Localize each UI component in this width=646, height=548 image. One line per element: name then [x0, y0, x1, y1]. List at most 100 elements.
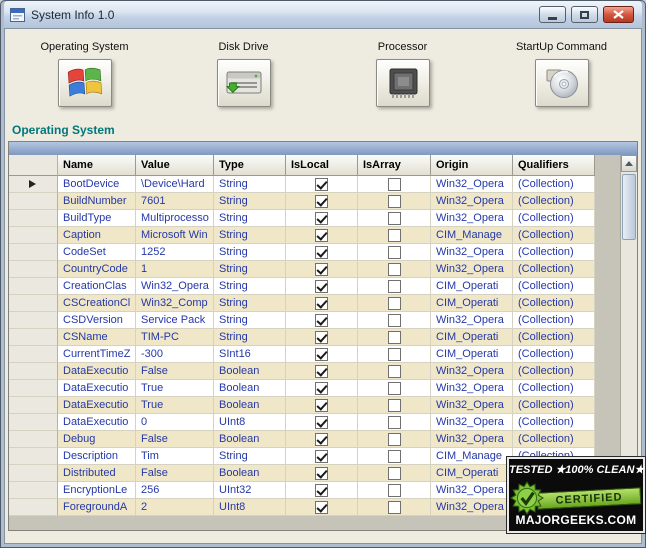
row-selector[interactable]	[9, 431, 58, 448]
row-selector[interactable]	[9, 312, 58, 329]
table-row[interactable]: DataExecutioTrueBooleanWin32_Opera(Colle…	[9, 380, 595, 397]
row-selector[interactable]	[9, 244, 58, 261]
isarray-checkbox[interactable]	[388, 484, 401, 497]
isarray-checkbox[interactable]	[388, 314, 401, 327]
cell-isarray	[358, 431, 431, 448]
isarray-checkbox[interactable]	[388, 450, 401, 463]
table-row[interactable]: CurrentTimeZ-300SInt16CIM_Operati(Collec…	[9, 346, 595, 363]
row-selector[interactable]	[9, 261, 58, 278]
scrollbar-thumb[interactable]	[622, 174, 636, 240]
startup-command-button[interactable]	[535, 59, 589, 107]
isarray-checkbox[interactable]	[388, 229, 401, 242]
cell-origin: Win32_Opera	[431, 363, 513, 380]
row-selector-header[interactable]	[9, 155, 58, 176]
isarray-checkbox[interactable]	[388, 331, 401, 344]
islocal-checkbox[interactable]	[315, 314, 328, 327]
row-selector[interactable]	[9, 499, 58, 516]
table-row[interactable]: CSNameTIM-PCStringCIM_Operati(Collection…	[9, 329, 595, 346]
isarray-checkbox[interactable]	[388, 280, 401, 293]
isarray-checkbox[interactable]	[388, 212, 401, 225]
isarray-checkbox[interactable]	[388, 399, 401, 412]
row-selector[interactable]	[9, 329, 58, 346]
isarray-checkbox[interactable]	[388, 348, 401, 361]
isarray-checkbox[interactable]	[388, 263, 401, 276]
islocal-checkbox[interactable]	[315, 467, 328, 480]
row-selector[interactable]	[9, 193, 58, 210]
islocal-checkbox[interactable]	[315, 501, 328, 514]
islocal-checkbox[interactable]	[315, 195, 328, 208]
islocal-checkbox[interactable]	[315, 212, 328, 225]
islocal-checkbox[interactable]	[315, 365, 328, 378]
table-row[interactable]: CSCreationClWin32_CompStringCIM_Operati(…	[9, 295, 595, 312]
cell-type: Boolean	[214, 363, 286, 380]
row-selector[interactable]	[9, 210, 58, 227]
islocal-checkbox[interactable]	[315, 382, 328, 395]
islocal-checkbox[interactable]	[315, 246, 328, 259]
row-selector[interactable]	[9, 227, 58, 244]
disk-drive-button[interactable]	[217, 59, 271, 107]
row-selector[interactable]	[9, 448, 58, 465]
row-selector[interactable]	[9, 414, 58, 431]
islocal-checkbox[interactable]	[315, 416, 328, 429]
islocal-checkbox[interactable]	[315, 229, 328, 242]
column-header-isarray[interactable]: IsArray	[358, 155, 431, 176]
isarray-checkbox[interactable]	[388, 246, 401, 259]
table-row[interactable]: CSDVersionService PackStringWin32_Opera(…	[9, 312, 595, 329]
islocal-checkbox[interactable]	[315, 433, 328, 446]
row-selector[interactable]	[9, 363, 58, 380]
isarray-checkbox[interactable]	[388, 178, 401, 191]
table-row[interactable]: CountryCode1StringWin32_Opera(Collection…	[9, 261, 595, 278]
column-header-qualifiers[interactable]: Qualifiers	[513, 155, 595, 176]
cell-value: True	[136, 380, 214, 397]
row-selector[interactable]	[9, 295, 58, 312]
column-header-name[interactable]: Name	[58, 155, 136, 176]
maximize-button[interactable]	[571, 6, 598, 23]
table-row[interactable]: DebugFalseBooleanWin32_Opera(Collection)	[9, 431, 595, 448]
table-row[interactable]: CodeSet1252StringWin32_Opera(Collection)	[9, 244, 595, 261]
islocal-checkbox[interactable]	[315, 297, 328, 310]
isarray-checkbox[interactable]	[388, 416, 401, 429]
column-header-value[interactable]: Value	[136, 155, 214, 176]
operating-system-button[interactable]	[58, 59, 112, 107]
isarray-checkbox[interactable]	[388, 195, 401, 208]
isarray-checkbox[interactable]	[388, 467, 401, 480]
islocal-checkbox[interactable]	[315, 484, 328, 497]
minimize-button[interactable]	[539, 6, 566, 23]
column-header-type[interactable]: Type	[214, 155, 286, 176]
table-row[interactable]: DataExecutio0UInt8Win32_Opera(Collection…	[9, 414, 595, 431]
column-header-origin[interactable]: Origin	[431, 155, 513, 176]
scroll-up-button[interactable]	[621, 155, 637, 172]
isarray-checkbox[interactable]	[388, 501, 401, 514]
table-row[interactable]: BuildTypeMultiprocessoStringWin32_Opera(…	[9, 210, 595, 227]
row-selector[interactable]	[9, 380, 58, 397]
cell-origin: Win32_Opera	[431, 499, 513, 516]
column-header-islocal[interactable]: IsLocal	[286, 155, 358, 176]
close-button[interactable]	[603, 6, 634, 23]
table-row[interactable]: DataExecutioTrueBooleanWin32_Opera(Colle…	[9, 397, 595, 414]
isarray-checkbox[interactable]	[388, 365, 401, 378]
table-row[interactable]: BuildNumber7601StringWin32_Opera(Collect…	[9, 193, 595, 210]
isarray-checkbox[interactable]	[388, 382, 401, 395]
table-row[interactable]: CreationClasWin32_OperaStringCIM_Operati…	[9, 278, 595, 295]
islocal-checkbox[interactable]	[315, 348, 328, 361]
islocal-checkbox[interactable]	[315, 280, 328, 293]
cell-type: String	[214, 448, 286, 465]
processor-button[interactable]	[376, 59, 430, 107]
table-row[interactable]: CaptionMicrosoft WinStringCIM_Manage(Col…	[9, 227, 595, 244]
table-row[interactable]: DataExecutioFalseBooleanWin32_Opera(Coll…	[9, 363, 595, 380]
islocal-checkbox[interactable]	[315, 263, 328, 276]
row-selector[interactable]	[9, 482, 58, 499]
islocal-checkbox[interactable]	[315, 450, 328, 463]
title-bar[interactable]: System Info 1.0	[4, 1, 642, 28]
table-row[interactable]: BootDevice\Device\HardStringWin32_Opera(…	[9, 176, 595, 193]
row-selector[interactable]	[9, 278, 58, 295]
row-selector[interactable]	[9, 465, 58, 482]
isarray-checkbox[interactable]	[388, 297, 401, 310]
row-selector[interactable]	[9, 346, 58, 363]
islocal-checkbox[interactable]	[315, 399, 328, 412]
islocal-checkbox[interactable]	[315, 178, 328, 191]
islocal-checkbox[interactable]	[315, 331, 328, 344]
isarray-checkbox[interactable]	[388, 433, 401, 446]
row-selector[interactable]	[9, 176, 58, 193]
row-selector[interactable]	[9, 397, 58, 414]
